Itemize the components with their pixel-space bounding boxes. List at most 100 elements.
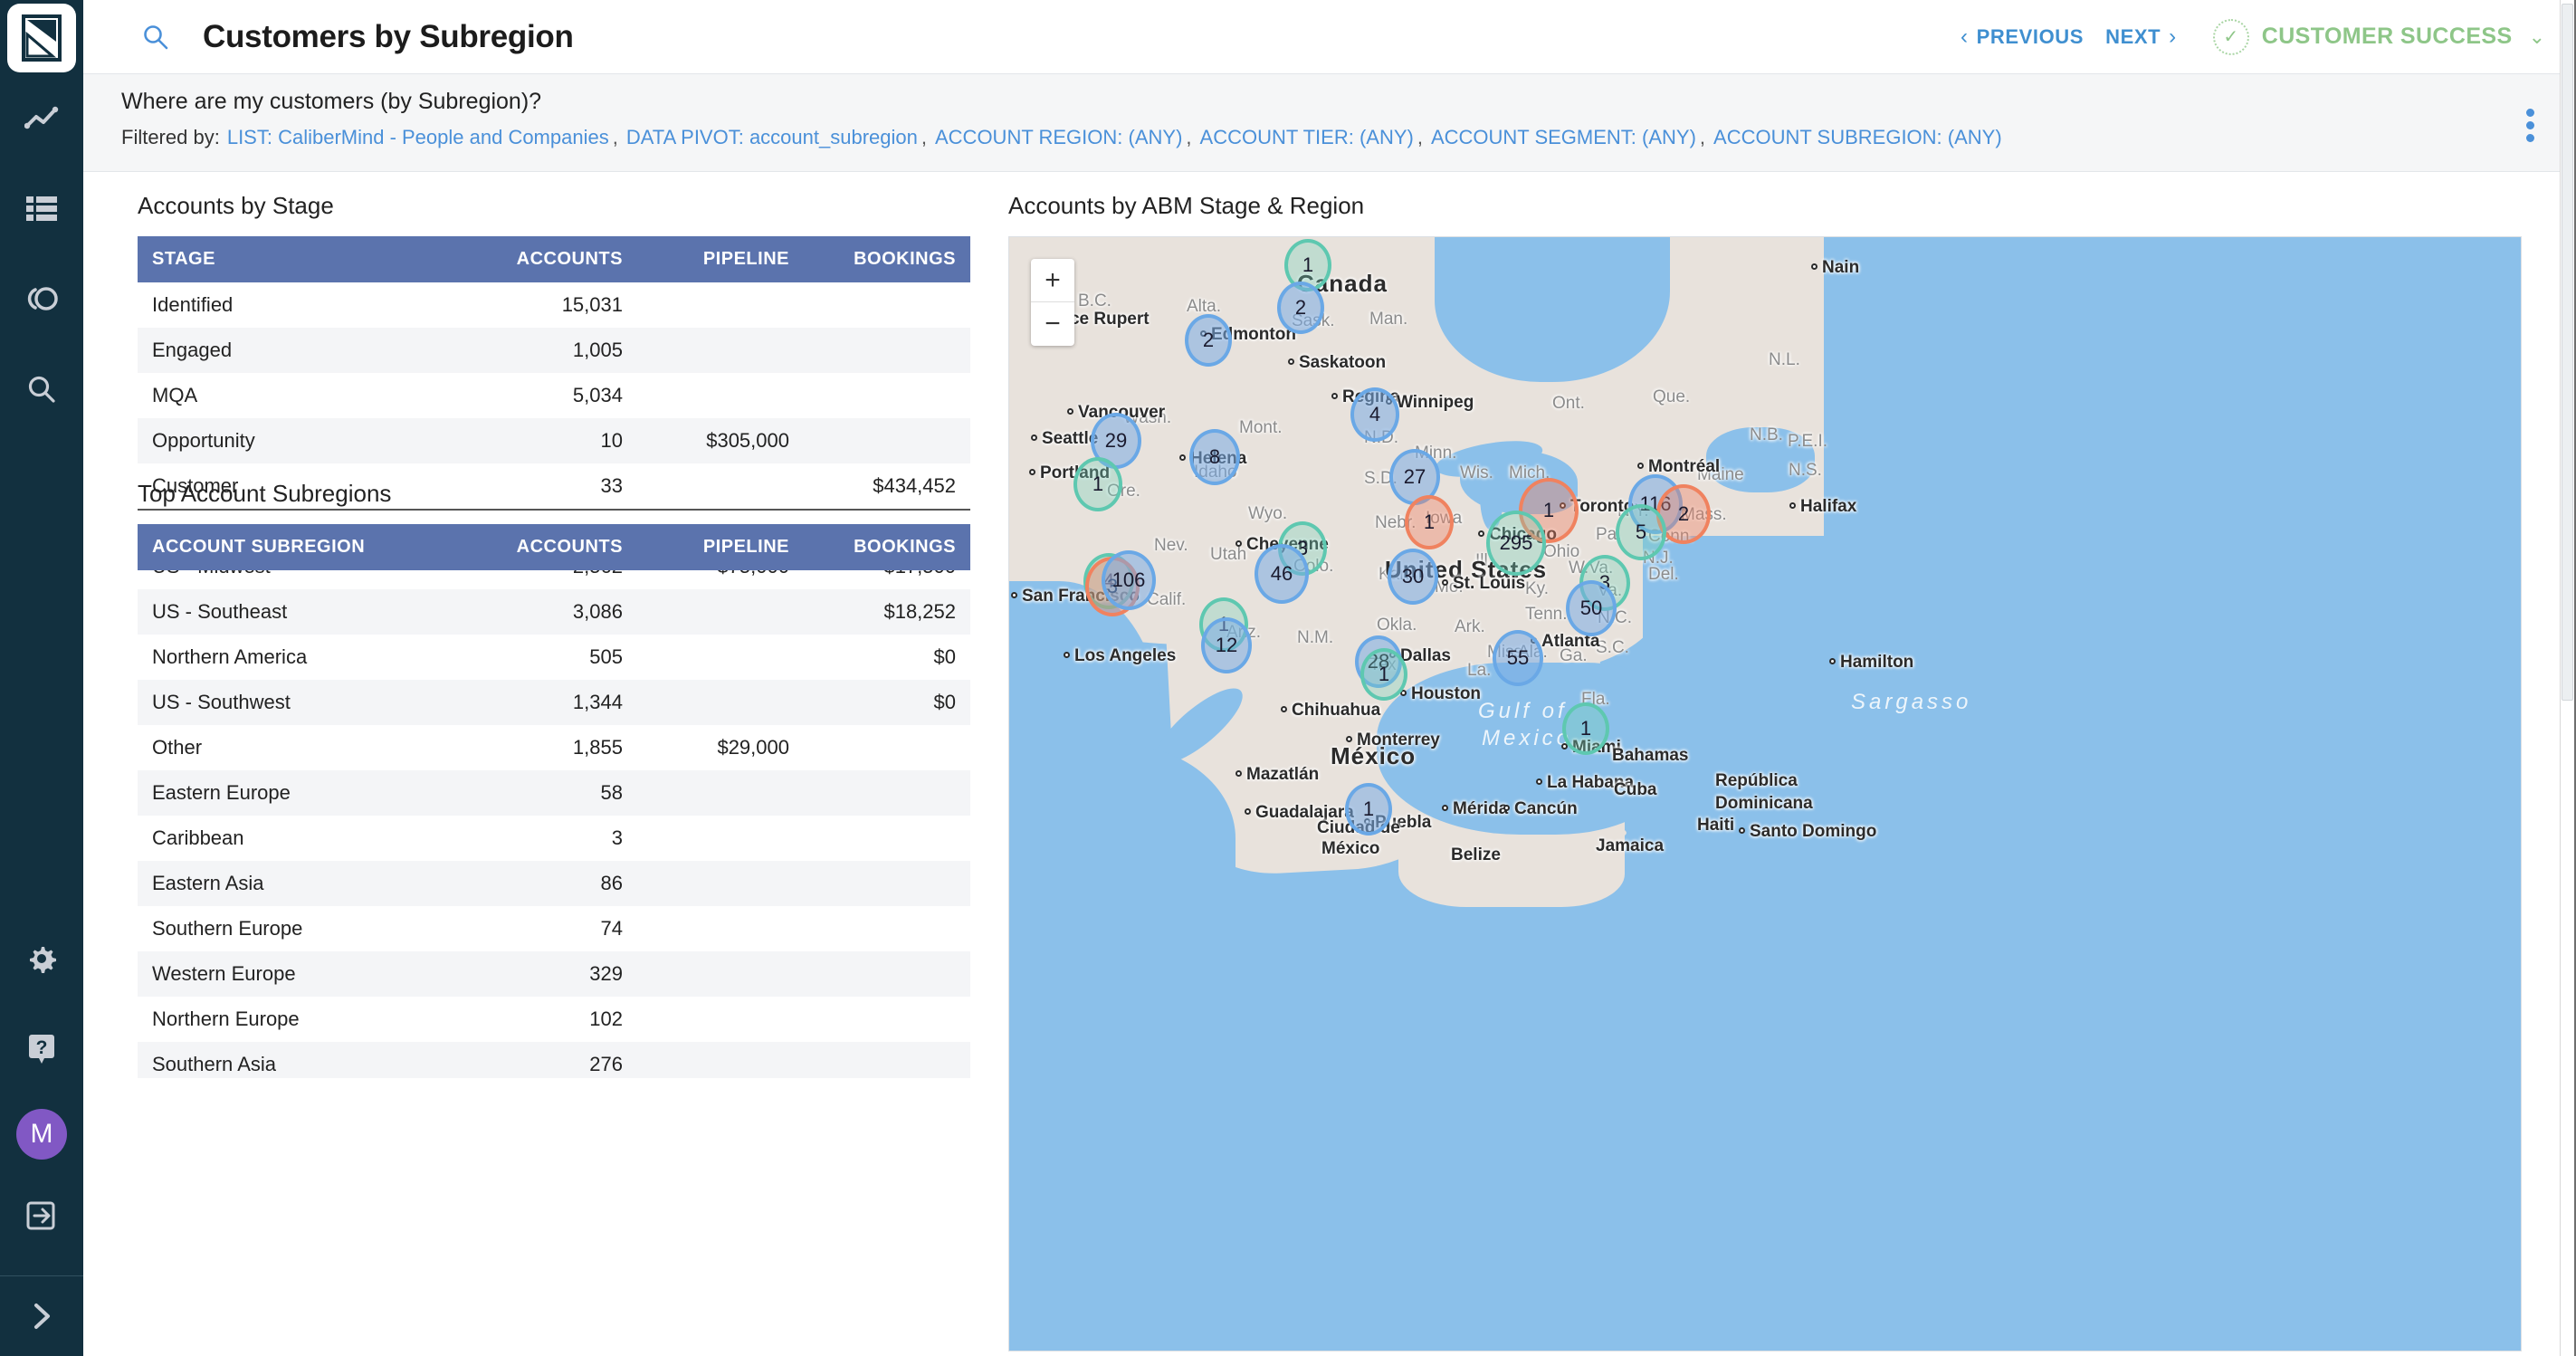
table-cell: Other <box>152 736 203 759</box>
table-row[interactable]: MQA 5,034 <box>138 373 970 418</box>
map-marker-bubble[interactable]: 4 <box>1350 387 1399 442</box>
map-canvas[interactable]: + − B.C.Alta.Sask.Man.Ont.Que.N.L.N.B.P.… <box>1008 236 2522 1351</box>
map-marker-bubble[interactable]: 5 <box>1616 504 1666 560</box>
map-label-state: Ont. <box>1552 394 1585 413</box>
map-marker-bubble[interactable]: 12 <box>1201 617 1252 673</box>
map-marker-bubble[interactable]: 2 <box>1277 282 1324 334</box>
map-marker-bubble[interactable]: 50 <box>1566 580 1617 636</box>
table-cell: Eastern Europe <box>152 781 291 804</box>
avatar[interactable]: M <box>16 1109 67 1160</box>
map-label-city: Cuba <box>1614 780 1657 799</box>
table-row[interactable]: Southern Europe 74 <box>138 906 970 951</box>
top-account-subregions-table: US - Midwest2,562$75,000$17,500US - Sout… <box>138 544 970 1078</box>
filter-chip[interactable]: ACCOUNT REGION: (ANY) <box>935 126 1182 148</box>
map-label-state: Que. <box>1653 387 1691 406</box>
zoom-out-button[interactable]: − <box>1031 302 1074 346</box>
help-icon[interactable]: ? <box>0 1004 83 1094</box>
map-marker-bubble[interactable]: 106 <box>1102 550 1156 610</box>
map-label-city: Mazatlán <box>1246 765 1320 784</box>
map-marker-bubble[interactable]: 1 <box>1562 702 1609 755</box>
list-icon[interactable] <box>0 163 83 253</box>
column-header[interactable]: BOOKINGS <box>803 524 970 570</box>
filter-chip[interactable]: LIST: CaliberMind - People and Companies <box>227 126 609 148</box>
workspace-selector[interactable]: ✓ CUSTOMER SUCCESS ⌄ <box>2212 18 2545 55</box>
map-zoom-controls[interactable]: + − <box>1031 259 1074 346</box>
table-cell <box>804 328 970 373</box>
map-marker-bubble[interactable]: 1 <box>1073 457 1122 511</box>
table-row[interactable]: US - Southeast 3,086 $18,252 <box>138 589 970 635</box>
audience-icon[interactable] <box>0 253 83 344</box>
map-city-dot <box>1288 358 1294 365</box>
water-pacific-lower <box>1009 744 1236 979</box>
map-city-dot <box>1281 706 1287 712</box>
filter-chip[interactable]: ACCOUNT SUBREGION: (ANY) <box>1713 126 2002 148</box>
column-header[interactable]: BOOKINGS <box>803 236 970 282</box>
column-header[interactable]: STAGE <box>138 236 454 282</box>
zoom-in-button[interactable]: + <box>1031 259 1074 302</box>
expand-rail-icon[interactable] <box>0 1276 83 1356</box>
table-cell <box>637 589 804 635</box>
column-header[interactable]: ACCOUNTS <box>453 236 637 282</box>
table-row[interactable]: Other 1,855 $29,000 <box>138 725 970 770</box>
table-row[interactable]: Identified 15,031 <box>138 282 970 328</box>
map-label-state: N.L. <box>1769 350 1800 369</box>
map-marker-bubble[interactable]: 55 <box>1493 630 1543 686</box>
table-row[interactable]: Caribbean 3 <box>138 816 970 861</box>
map-marker-bubble[interactable]: 46 <box>1255 544 1309 604</box>
analytics-icon[interactable] <box>0 72 83 163</box>
table-cell <box>804 816 970 861</box>
table-row[interactable]: Northern America 505 $0 <box>138 635 970 680</box>
table-row[interactable]: Eastern Asia 86 <box>138 861 970 906</box>
table-cell: 1,344 <box>572 691 623 713</box>
next-button[interactable]: NEXT › <box>2094 25 2188 49</box>
map-label-state: Wis. <box>1460 463 1493 482</box>
signout-icon[interactable] <box>0 1170 83 1261</box>
table-cell <box>637 328 804 373</box>
map-city-dot <box>1064 652 1070 658</box>
search-icon[interactable] <box>138 19 174 55</box>
filter-chip[interactable]: DATA PIVOT: account_subregion <box>626 126 918 148</box>
panel-options-menu[interactable] <box>2526 109 2534 142</box>
map-marker-bubble[interactable]: 1 <box>1345 783 1392 836</box>
table-cell <box>637 816 804 861</box>
map-marker-bubble[interactable]: 2 <box>1185 314 1232 367</box>
table-cell <box>637 373 804 418</box>
calibermind-logo[interactable] <box>7 4 76 72</box>
column-header[interactable]: ACCOUNT SUBREGION <box>138 524 454 570</box>
column-header[interactable]: PIPELINE <box>636 236 804 282</box>
map-marker-bubble[interactable]: 8 <box>1189 429 1240 485</box>
map-label-state: S.C. <box>1596 638 1629 657</box>
table-cell <box>637 906 804 951</box>
table-row[interactable]: Northern Europe 102 <box>138 997 970 1042</box>
map-city-dot <box>1029 469 1035 475</box>
previous-button[interactable]: ‹ PREVIOUS <box>1950 25 2094 49</box>
map-city-dot <box>1236 770 1242 777</box>
table-row[interactable]: Eastern Europe 58 <box>138 770 970 816</box>
map-label-city: Seattle <box>1042 429 1099 448</box>
gear-icon[interactable] <box>0 913 83 1004</box>
map-marker-bubble[interactable]: 30 <box>1388 549 1438 605</box>
table-cell <box>637 997 804 1042</box>
column-header[interactable]: PIPELINE <box>636 524 804 570</box>
column-header[interactable]: ACCOUNTS <box>453 524 637 570</box>
map-marker-bubble[interactable]: 1 <box>1405 495 1454 549</box>
table-row[interactable]: Southern Asia 276 <box>138 1042 970 1078</box>
filter-chip[interactable]: ACCOUNT TIER: (ANY) <box>1200 126 1414 148</box>
map-marker-bubble[interactable]: 295 <box>1486 511 1546 576</box>
map-marker-bubble[interactable]: 1 <box>1360 648 1407 701</box>
map-label-sea: Sargasso <box>1851 690 1972 714</box>
filter-chip[interactable]: ACCOUNT SEGMENT: (ANY) <box>1431 126 1696 148</box>
table-row[interactable]: Engaged 1,005 <box>138 328 970 373</box>
table-row[interactable]: Opportunity 10 $305,000 <box>138 418 970 463</box>
map-label-state: Tenn. <box>1525 605 1568 624</box>
subregion-scroll-area[interactable]: US - Midwest2,562$75,000$17,500US - Sout… <box>138 524 970 1078</box>
table-cell <box>637 282 804 328</box>
page-scrollbar-thumb[interactable] <box>2562 4 2573 701</box>
filter-bar: Where are my customers (by Subregion)? F… <box>83 74 2576 172</box>
table-row[interactable]: Western Europe 329 <box>138 951 970 997</box>
top-account-subregions-table-wrap[interactable]: US - Midwest2,562$75,000$17,500US - Sout… <box>138 524 970 1078</box>
table-cell <box>804 906 970 951</box>
table-header-row: ACCOUNT SUBREGION ACCOUNTS PIPELINE BOOKING… <box>138 524 970 570</box>
search-icon[interactable] <box>0 344 83 434</box>
table-row[interactable]: US - Southwest 1,344 $0 <box>138 680 970 725</box>
